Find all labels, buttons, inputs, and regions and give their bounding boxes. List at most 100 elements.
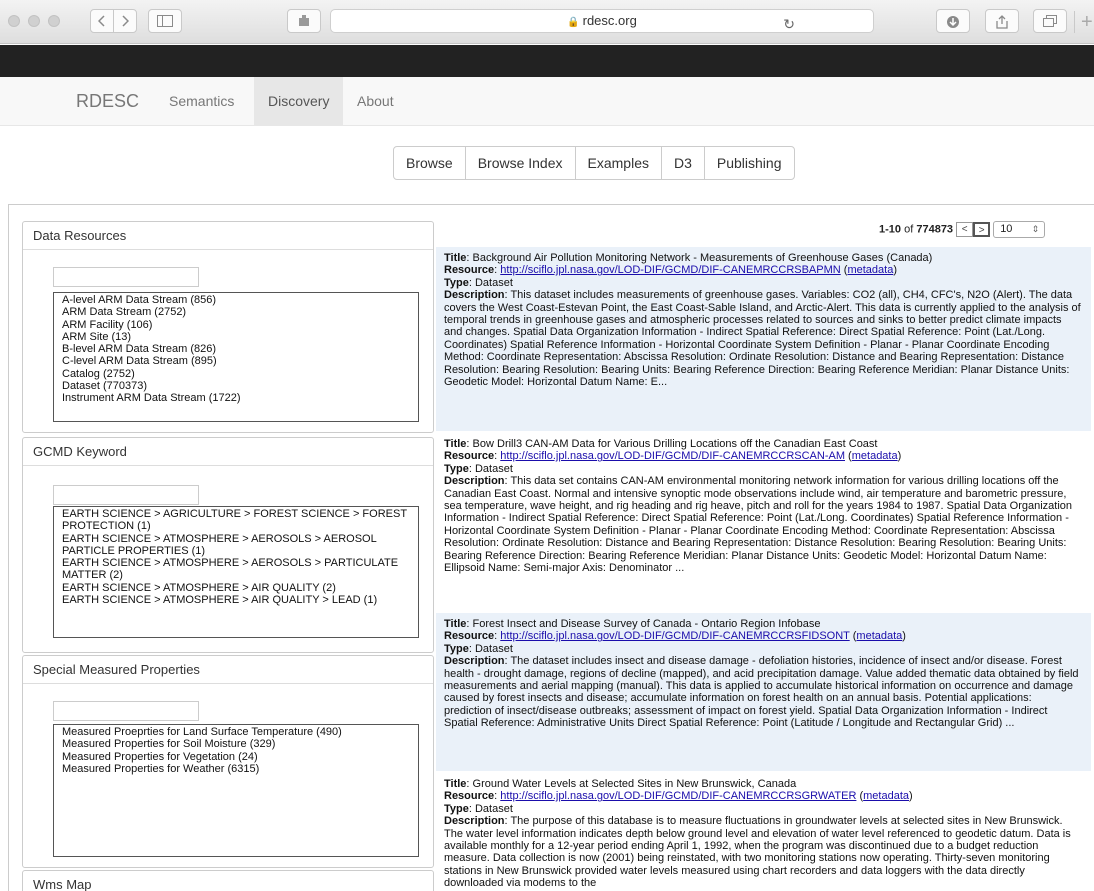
list-item[interactable]: ARM Facility (106): [62, 319, 410, 331]
result-type: Dataset: [474, 642, 513, 655]
description-label: Description: [444, 289, 505, 302]
description-label: Description: [444, 655, 505, 668]
d3-button[interactable]: D3: [660, 146, 705, 180]
list-item[interactable]: EARTH SCIENCE > ATMOSPHERE > AIR QUALITY…: [62, 582, 410, 594]
publishing-button[interactable]: Publishing: [703, 146, 795, 180]
result-title: Ground Water Levels at Selected Sites in…: [472, 778, 797, 790]
result-title: Bow Drill3 CAN-AM Data for Various Drill…: [472, 438, 878, 450]
zoom-window-button[interactable]: [48, 15, 60, 27]
back-button[interactable]: [90, 9, 114, 33]
new-tab-button[interactable]: +: [1074, 11, 1094, 33]
result-type: Dataset: [474, 276, 513, 289]
facet-list[interactable]: A-level ARM Data Stream (856) ARM Data S…: [53, 292, 419, 422]
result-of-label: of: [904, 223, 914, 236]
result-item: Title: Bow Drill3 CAN-AM Data for Variou…: [444, 438, 1073, 575]
type-label: Type: [444, 462, 469, 475]
list-item[interactable]: EARTH SCIENCE > ATMOSPHERE > AIR QUALITY…: [62, 594, 410, 606]
puzzle-icon: [299, 15, 309, 26]
browser-toolbar: 🔒 rdesc.org ↻ +: [0, 0, 1094, 44]
facet-title: GCMD Keyword: [23, 438, 433, 466]
lock-icon: 🔒: [567, 17, 580, 28]
list-item[interactable]: Dataset (770373): [62, 380, 410, 392]
list-item[interactable]: ARM Site (13): [62, 331, 410, 343]
share-icon: [996, 15, 1008, 29]
facet-special-measured-properties: Special Measured Properties Measured Pro…: [22, 655, 434, 868]
facet-list[interactable]: Measured Proeprties for Land Surface Tem…: [53, 724, 419, 857]
chevron-right-icon: [122, 15, 129, 27]
prev-page-button[interactable]: <: [956, 222, 974, 237]
sidebar-icon: [157, 15, 173, 27]
discovery-button-group: Browse Browse Index Examples D3 Publishi…: [393, 146, 795, 180]
list-item[interactable]: ARM Data Stream (2752): [62, 306, 410, 318]
resource-link[interactable]: http://sciflo.jpl.nasa.gov/LOD-DIF/GCMD/…: [500, 790, 856, 802]
metadata-link[interactable]: metadata: [856, 630, 902, 642]
list-item[interactable]: Measured Properties for Soil Moisture (3…: [62, 738, 410, 750]
metadata-link[interactable]: metadata: [847, 264, 893, 276]
list-item[interactable]: C-level ARM Data Stream (895): [62, 355, 410, 367]
list-item[interactable]: A-level ARM Data Stream (856): [62, 294, 410, 306]
sidebar-toggle-button[interactable]: [148, 9, 182, 33]
metadata-link[interactable]: metadata: [852, 450, 898, 462]
address-bar[interactable]: 🔒 rdesc.org ↻: [330, 9, 874, 33]
nav-about[interactable]: About: [343, 77, 408, 125]
type-label: Type: [444, 642, 469, 655]
result-item: Title: Forest Insect and Disease Survey …: [436, 613, 1091, 771]
result-type: Dataset: [474, 802, 513, 815]
result-title: Forest Insect and Disease Survey of Cana…: [472, 618, 821, 630]
examples-button[interactable]: Examples: [574, 146, 662, 180]
tabs-overview-button[interactable]: [1033, 9, 1067, 33]
result-item: Title: Ground Water Levels at Selected S…: [444, 778, 1071, 890]
result-description: The purpose of this database is to measu…: [444, 815, 1071, 890]
chevron-left-icon: [98, 15, 105, 27]
share-button[interactable]: [985, 9, 1019, 33]
facet-wms-map: Wms Map: [22, 870, 434, 891]
list-item[interactable]: EARTH SCIENCE > AGRICULTURE > FOREST SCI…: [62, 508, 410, 533]
downloads-button[interactable]: [936, 9, 970, 33]
reload-icon[interactable]: ↻: [783, 13, 795, 35]
facet-list[interactable]: EARTH SCIENCE > AGRICULTURE > FOREST SCI…: [53, 506, 419, 638]
result-title: Background Air Pollution Monitoring Netw…: [472, 252, 933, 264]
next-page-button[interactable]: >: [973, 222, 991, 237]
per-page-select[interactable]: 10 ⇕: [993, 221, 1046, 238]
browse-index-button[interactable]: Browse Index: [464, 146, 576, 180]
select-arrows-icon: ⇕: [1031, 224, 1040, 234]
minimize-window-button[interactable]: [28, 15, 40, 27]
result-description: The dataset includes insect and disease …: [444, 655, 1079, 730]
title-label: Title: [444, 618, 467, 630]
list-item[interactable]: Instrument ARM Data Stream (1722): [62, 392, 410, 404]
browse-button[interactable]: Browse: [393, 146, 466, 180]
facet-title: Data Resources: [23, 222, 433, 250]
extension-button[interactable]: [287, 9, 321, 33]
resource-label: Resource: [444, 790, 495, 803]
result-range: 1-10: [879, 223, 902, 236]
description-label: Description: [444, 475, 505, 488]
result-item: Title: Background Air Pollution Monitori…: [436, 247, 1091, 431]
resource-label: Resource: [444, 630, 495, 643]
description-label: Description: [444, 815, 505, 828]
metadata-link[interactable]: metadata: [863, 790, 909, 802]
close-window-button[interactable]: [8, 15, 20, 27]
url-text: rdesc.org: [582, 13, 637, 28]
forward-button[interactable]: [113, 9, 137, 33]
list-item[interactable]: EARTH SCIENCE > ATMOSPHERE > AEROSOLS > …: [62, 557, 410, 582]
facet-filter-input[interactable]: [53, 267, 199, 287]
per-page-value: 10: [1000, 223, 1013, 235]
list-item[interactable]: B-level ARM Data Stream (826): [62, 343, 410, 355]
nav-semantics[interactable]: Semantics: [155, 77, 248, 125]
resource-link[interactable]: http://sciflo.jpl.nasa.gov/LOD-DIF/GCMD/…: [500, 630, 849, 642]
facet-filter-input[interactable]: [53, 485, 199, 505]
type-label: Type: [444, 276, 469, 289]
list-item[interactable]: Measured Properties for Weather (6315): [62, 763, 410, 775]
resource-link[interactable]: http://sciflo.jpl.nasa.gov/LOD-DIF/GCMD/…: [500, 264, 840, 276]
list-item[interactable]: Catalog (2752): [62, 368, 410, 380]
type-label: Type: [444, 802, 469, 815]
nav-discovery[interactable]: Discovery: [254, 77, 344, 125]
title-label: Title: [444, 438, 467, 450]
title-label: Title: [444, 778, 467, 790]
brand-link[interactable]: RDESC: [76, 91, 139, 112]
resource-link[interactable]: http://sciflo.jpl.nasa.gov/LOD-DIF/GCMD/…: [500, 450, 845, 462]
list-item[interactable]: Measured Properties for Vegetation (24): [62, 751, 410, 763]
facet-filter-input[interactable]: [53, 701, 199, 721]
list-item[interactable]: EARTH SCIENCE > ATMOSPHERE > AEROSOLS > …: [62, 533, 410, 558]
list-item[interactable]: Measured Proeprties for Land Surface Tem…: [62, 726, 410, 738]
